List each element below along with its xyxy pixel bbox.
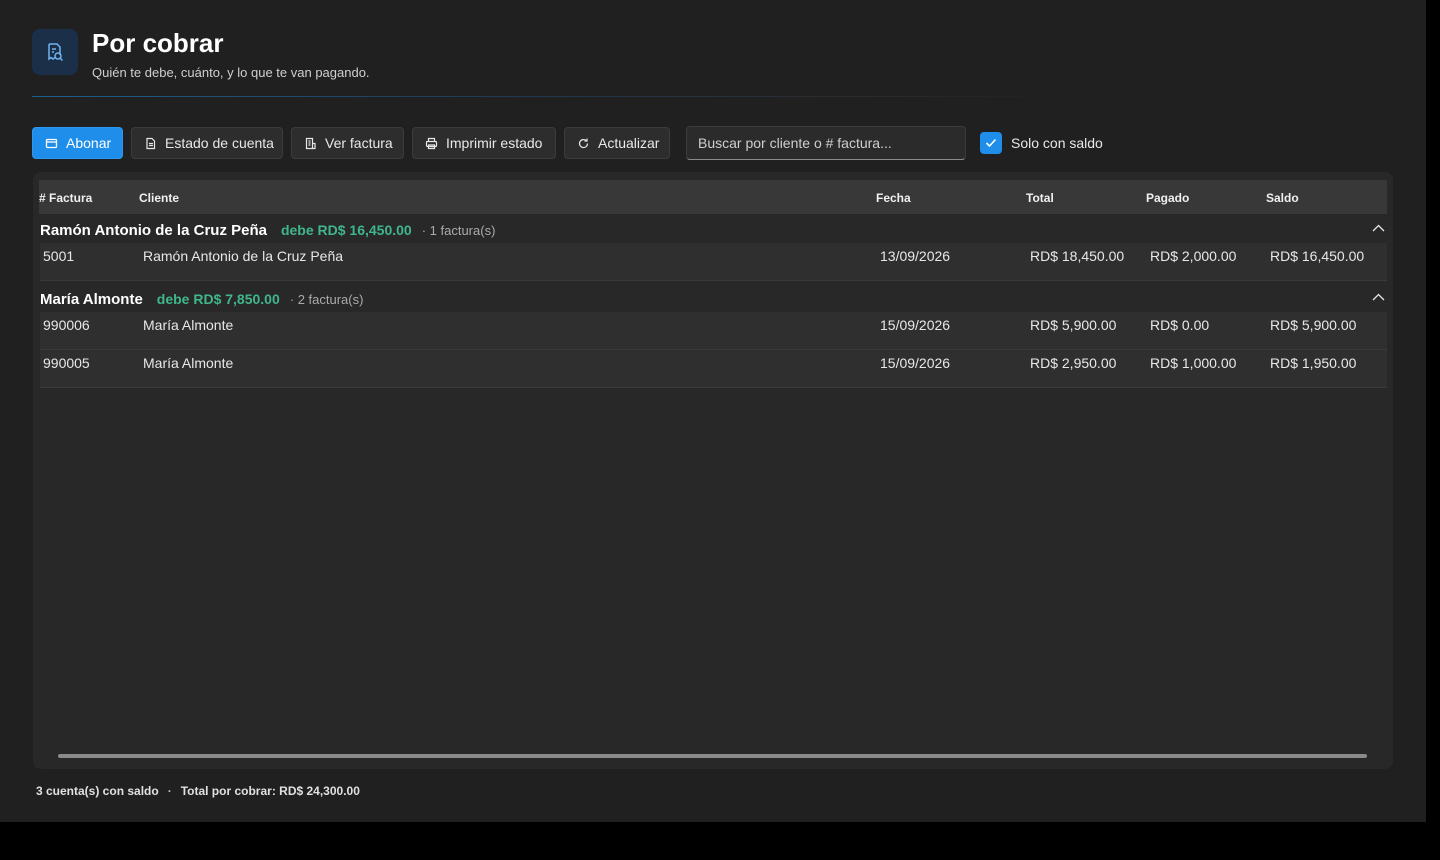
actualizar-label: Actualizar: [598, 135, 660, 151]
group-header[interactable]: María Almonte debe RD$ 7,850.00 · 2 fact…: [40, 284, 1387, 314]
page-title: Por cobrar: [92, 28, 224, 58]
cell-cliente: María Almonte: [143, 355, 234, 371]
cell-factura: 990006: [43, 317, 90, 333]
abonar-button[interactable]: Abonar: [32, 127, 123, 159]
cell-saldo: RD$ 5,900.00: [1270, 317, 1357, 333]
cuentas-con-saldo: 3 cuenta(s) con saldo: [36, 784, 159, 798]
chevron-up-icon[interactable]: [1372, 293, 1385, 301]
actualizar-button[interactable]: Actualizar: [564, 127, 670, 159]
cell-factura: 5001: [43, 248, 75, 264]
cell-fecha: 15/09/2026: [880, 317, 951, 333]
cell-total: RD$ 5,900.00: [1030, 317, 1117, 333]
chevron-up-icon[interactable]: [1372, 224, 1385, 232]
ver-factura-button[interactable]: Ver factura: [291, 127, 404, 159]
table-row[interactable]: 5001 Ramón Antonio de la Cruz Peña 13/09…: [40, 243, 1387, 281]
refresh-icon: [578, 138, 589, 148]
page-subtitle: Quién te debe, cuánto, y lo que te van p…: [92, 65, 370, 80]
column-header-cliente[interactable]: Cliente: [139, 191, 179, 205]
column-header-pagado[interactable]: Pagado: [1146, 191, 1189, 205]
cell-cliente: Ramón Antonio de la Cruz Peña: [143, 248, 344, 264]
ver-factura-label: Ver factura: [325, 135, 393, 151]
table-row[interactable]: 990006 María Almonte 15/09/2026 RD$ 5,90…: [40, 312, 1387, 350]
group-owed-amount: debe RD$ 16,450.00: [280, 222, 412, 238]
checkbox-checked-icon: [980, 132, 1002, 154]
abonar-label: Abonar: [66, 135, 112, 151]
cell-fecha: 15/09/2026: [880, 355, 951, 371]
horizontal-scrollbar[interactable]: [58, 754, 1367, 758]
group-client-name: Ramón Antonio de la Cruz Peña: [40, 221, 267, 239]
cell-pagado: RD$ 2,000.00: [1150, 248, 1237, 264]
group-header[interactable]: Ramón Antonio de la Cruz Peña debe RD$ 1…: [40, 215, 1387, 245]
cell-saldo: RD$ 16,450.00: [1270, 248, 1365, 264]
table-row[interactable]: 990005 María Almonte 15/09/2026 RD$ 2,95…: [40, 350, 1387, 388]
invoice-icon: [305, 137, 316, 149]
imprimir-estado-label: Imprimir estado: [446, 135, 543, 151]
separator-dot: ·: [167, 784, 172, 798]
status-bar: 3 cuenta(s) con saldo · Total por cobrar: …: [36, 784, 360, 798]
estado-de-cuenta-button[interactable]: Estado de cuenta: [131, 127, 283, 159]
group-invoice-count: · 1 factura(s): [421, 222, 496, 238]
cell-cliente: María Almonte: [143, 317, 234, 333]
cell-pagado: RD$ 0.00: [1150, 317, 1210, 333]
column-header-fecha[interactable]: Fecha: [876, 191, 911, 205]
column-header-total[interactable]: Total: [1026, 191, 1054, 205]
header-divider: [32, 96, 1072, 97]
group-invoice-count: · 2 factura(s): [289, 291, 364, 307]
cell-fecha: 13/09/2026: [880, 248, 951, 264]
solo-con-saldo-checkbox[interactable]: Solo con saldo: [980, 132, 1103, 154]
total-por-cobrar: Total por cobrar: RD$ 24,300.00: [180, 784, 360, 798]
app-window: Por cobrar Quién te debe, cuánto, y lo q…: [0, 0, 1426, 822]
cell-saldo: RD$ 1,950.00: [1270, 355, 1357, 371]
cell-total: RD$ 18,450.00: [1030, 248, 1125, 264]
receipt-search-icon: [32, 29, 78, 75]
cell-total: RD$ 2,950.00: [1030, 355, 1117, 371]
column-header-factura[interactable]: # Factura: [39, 191, 92, 205]
document-icon: [146, 137, 156, 149]
group-owed-amount: debe RD$ 7,850.00: [156, 291, 280, 307]
group-client-name: María Almonte: [40, 290, 143, 308]
cell-pagado: RD$ 1,000.00: [1150, 355, 1237, 371]
printer-icon: [425, 137, 438, 149]
wallet-icon: [45, 138, 58, 148]
grid-header: # Factura Cliente Fecha Total Pagado Sal…: [39, 180, 1387, 214]
search-input[interactable]: [686, 126, 966, 160]
imprimir-estado-button[interactable]: Imprimir estado: [412, 127, 556, 159]
column-header-saldo[interactable]: Saldo: [1266, 191, 1299, 205]
solo-con-saldo-label: Solo con saldo: [1011, 135, 1103, 151]
estado-de-cuenta-label: Estado de cuenta: [165, 135, 274, 151]
cell-factura: 990005: [43, 355, 90, 371]
